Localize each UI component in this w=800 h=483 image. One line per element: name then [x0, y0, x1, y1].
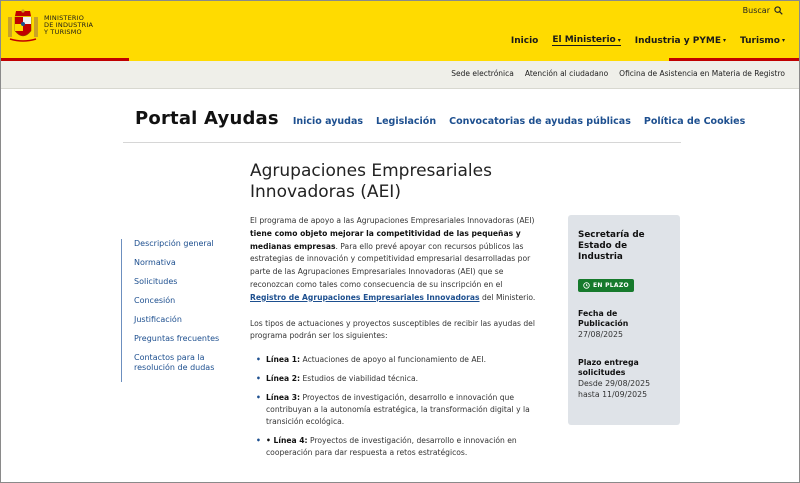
intro-paragraph: El programa de apoyo a las Agrupaciones … — [250, 215, 540, 305]
link-atencion-ciudadano[interactable]: Atención al ciudadano — [525, 69, 608, 78]
deadline-label: Plazo entrega solicitudes — [578, 358, 639, 377]
nav-label: Turismo — [739, 35, 780, 46]
section-link-contactos[interactable]: Contactos para la resolución de dudas — [134, 353, 221, 373]
nav-label: Industria y PYME — [634, 35, 721, 46]
status-badge: EN PLAZO — [578, 279, 634, 292]
chevron-down-icon: ▾ — [722, 37, 726, 44]
chevron-down-icon: ▾ — [617, 36, 621, 44]
search-label: Buscar — [742, 6, 770, 15]
lines-list: • Línea 1: Actuaciones de apoyo al funcio… — [250, 354, 540, 459]
publication-info: Fecha de Publicación 27/08/2025 — [578, 309, 670, 340]
portal-nav-convocatorias[interactable]: Convocatorias de ayudas públicas — [449, 116, 631, 127]
portal-nav-cookies[interactable]: Política de Cookies — [644, 116, 745, 127]
section-link-solicitudes[interactable]: Solicitudes — [134, 277, 221, 287]
main-nav: Inicio El Ministerio ▾ Industria y PYME ▾ … — [511, 35, 785, 46]
portal-nav: Inicio ayudas Legislación Convocatorias … — [293, 116, 745, 127]
registro-aei-link[interactable]: Registro de Agrupaciones Empresariales I… — [250, 293, 480, 302]
nav-item-industria-pyme[interactable]: Industria y PYME ▾ — [635, 35, 726, 46]
deadline-to: hasta 11/09/2025 — [578, 390, 648, 399]
logo-line-3: Y TURISMO — [44, 28, 82, 37]
intro-text: El programa de apoyo a las Agrupaciones … — [250, 216, 535, 225]
browser-frame: MINISTERIO DE INDUSTRIA Y TURISMO Buscar… — [0, 0, 800, 483]
deadline-from: Desde 29/08/2025 — [578, 379, 651, 388]
bullet-icon: • — [256, 436, 261, 446]
grant-info-card: Secretaría de Estado de Industria EN PLA… — [568, 215, 680, 425]
utility-bar: Sede electrónica Atención al ciudadano O… — [1, 61, 799, 89]
status-text: EN PLAZO — [593, 282, 629, 289]
section-link-normativa[interactable]: Normativa — [134, 258, 221, 268]
portal-nav-inicio-ayudas[interactable]: Inicio ayudas — [293, 116, 363, 127]
link-sede-electronica[interactable]: Sede electrónica — [451, 69, 514, 78]
link-oficina-registro[interactable]: Oficina de Asistencia en Materia de Regi… — [619, 69, 785, 78]
list-item: • Línea 2: Estudios de viabilidad técnica… — [250, 373, 540, 385]
nav-item-el-ministerio[interactable]: El Ministerio ▾ — [552, 35, 621, 46]
site-header: MINISTERIO DE INDUSTRIA Y TURISMO Buscar… — [1, 1, 799, 61]
nav-label: El Ministerio — [552, 35, 616, 45]
line-text: Estudios de viabilidad técnica. — [300, 374, 419, 384]
line-text: Proyectos de investigación, desarrollo e… — [266, 393, 530, 427]
chevron-down-icon: ▾ — [781, 37, 785, 44]
section-link-descripcion[interactable]: Descripción general — [134, 239, 221, 249]
clock-icon — [583, 282, 590, 289]
bullet-icon: • — [256, 393, 261, 403]
main-content: Agrupaciones Empresariales Innovadoras (… — [250, 161, 540, 466]
portal-header: Portal Ayudas Inicio ayudas Legislación … — [135, 108, 745, 129]
section-nav: Descripción general Normativa Solicitude… — [121, 239, 221, 382]
line-label: • Línea 4: — [266, 436, 308, 446]
ministry-name: MINISTERIO DE INDUSTRIA Y TURISMO — [44, 14, 93, 37]
line-text: Actuaciones de apoyo al funcionamiento d… — [300, 355, 487, 365]
ministry-logo[interactable]: MINISTERIO DE INDUSTRIA Y TURISMO — [7, 9, 93, 45]
line-label: Línea 1: — [266, 355, 301, 365]
page-title: Agrupaciones Empresariales Innovadoras (… — [250, 161, 492, 202]
bullet-icon: • — [256, 374, 261, 384]
intro-text: del Ministerio. — [479, 292, 536, 302]
list-item: • Línea 1: Actuaciones de apoyo al funcio… — [250, 354, 540, 366]
line-label: Línea 3: — [266, 393, 301, 403]
header-divider — [123, 142, 681, 143]
line-label: Línea 2: — [266, 374, 301, 384]
publication-date: 27/08/2025 — [578, 330, 623, 339]
nav-item-inicio[interactable]: Inicio — [511, 35, 538, 46]
nav-label: Inicio — [510, 35, 539, 46]
publication-label: Fecha de Publicación — [578, 309, 629, 328]
search-button[interactable]: Buscar — [743, 6, 783, 15]
deadline-info: Plazo entrega solicitudes Desde 29/08/20… — [578, 358, 670, 400]
section-link-concesion[interactable]: Concesión — [134, 296, 221, 306]
coat-of-arms-icon — [8, 9, 38, 42]
nav-item-turismo[interactable]: Turismo ▾ — [740, 35, 785, 46]
list-item: • Línea 3: Proyectos de investigación, de… — [250, 392, 540, 428]
section-link-justificacion[interactable]: Justificación — [134, 315, 221, 325]
bullet-icon: • — [256, 355, 261, 365]
types-intro: Los tipos de actuaciones y proyectos sus… — [250, 318, 535, 341]
portal-nav-legislacion[interactable]: Legislación — [376, 116, 436, 127]
section-link-preguntas[interactable]: Preguntas frecuentes — [134, 334, 221, 344]
portal-title[interactable]: Portal Ayudas — [135, 108, 279, 129]
search-icon — [774, 6, 783, 15]
organization-name: Secretaría de Estado de Industria — [578, 230, 645, 262]
list-item: • • Línea 4: Proyectos de investigación, … — [250, 435, 540, 459]
